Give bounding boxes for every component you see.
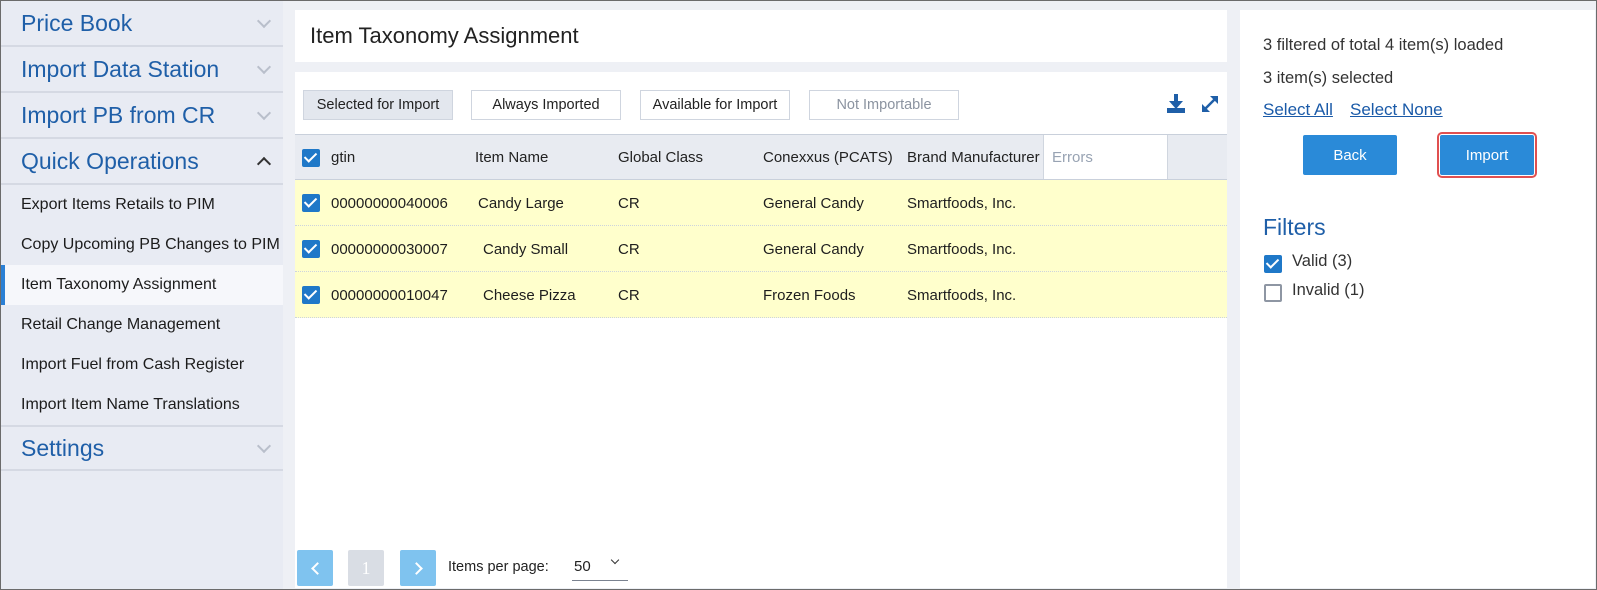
cell-brand: Smartfoods, Inc. [907,286,1017,304]
filter-valid-checkbox[interactable] [1264,255,1282,273]
sidebar-item-copy-upcoming-pb-changes[interactable]: Copy Upcoming PB Changes to PIM [1,225,283,265]
expand-icon[interactable] [1197,91,1223,117]
row-checkbox[interactable] [302,286,320,304]
table-row[interactable]: 00000000030007 Candy Small CR General Ca… [295,226,1227,272]
next-page-button[interactable] [400,550,436,586]
cell-brand: Smartfoods, Inc. [907,240,1017,258]
sidebar-item-export-items-retails[interactable]: Export Items Retails to PIM [1,185,283,225]
chevron-down-icon [256,438,272,454]
cell-item-name: Candy Large [478,194,564,212]
cell-conexxus: General Candy [763,240,864,258]
sidebar-item-retail-change-management[interactable]: Retail Change Management [1,305,283,345]
cell-gtin: 00000000030007 [331,240,448,258]
chevron-down-icon [256,13,272,29]
row-checkbox[interactable] [302,194,320,212]
sidebar-section-import-data-station[interactable]: Import Data Station [1,47,283,93]
chevron-right-icon [409,561,423,575]
chevron-up-icon [256,156,272,172]
sidebar-item-import-fuel[interactable]: Import Fuel from Cash Register [1,345,283,385]
section-label: Import PB from CR [21,101,216,128]
chevron-down-icon [610,555,620,565]
tab-selected-for-import[interactable]: Selected for Import [303,90,453,120]
column-header-brand-manufacturer[interactable]: Brand Manufacturer [907,135,1040,179]
tab-not-importable[interactable]: Not Importable [809,90,959,120]
row-checkbox[interactable] [302,240,320,258]
filter-invalid-label: Invalid (1) [1292,281,1365,299]
tab-always-imported[interactable]: Always Imported [471,90,621,120]
table-header: gtin Item Name Global Class Conexxus (PC… [295,134,1227,180]
main-content: Item Taxonomy Assignment Selected for Im… [295,10,1227,588]
column-header-global-class[interactable]: Global Class [618,135,703,179]
prev-page-button[interactable] [297,550,333,586]
column-header-item-name[interactable]: Item Name [475,135,548,179]
cell-global-class: CR [618,240,640,258]
table-row[interactable]: 00000000010047 Cheese Pizza CR Frozen Fo… [295,272,1227,318]
section-label: Import Data Station [21,55,220,82]
filter-invalid-checkbox[interactable] [1264,284,1282,302]
items-per-page-label: Items per page: [448,559,549,575]
sidebar-section-quick-operations[interactable]: Quick Operations [1,139,283,185]
column-header-errors[interactable]: Errors [1043,135,1168,179]
sidebar-item-import-item-name-translations[interactable]: Import Item Name Translations [1,385,283,425]
cell-global-class: CR [618,194,640,212]
page-title-bar: Item Taxonomy Assignment [295,10,1227,62]
selected-summary: 3 item(s) selected [1263,69,1394,87]
page-number[interactable]: 1 [348,550,384,586]
tab-available-for-import[interactable]: Available for Import [640,90,790,120]
cell-conexxus: Frozen Foods [763,286,856,304]
column-header-gtin[interactable]: gtin [331,135,355,179]
download-icon[interactable] [1163,91,1189,117]
select-all-checkbox[interactable] [302,149,320,167]
items-per-page-value: 50 [574,558,591,575]
section-label: Price Book [21,9,133,36]
select-none-link[interactable]: Select None [1350,100,1443,120]
chevron-left-icon [310,561,324,575]
select-all-link[interactable]: Select All [1263,100,1333,120]
sidebar-item-item-taxonomy-assignment[interactable]: Item Taxonomy Assignment [1,265,283,305]
chevron-down-icon [256,105,272,121]
loaded-summary: 3 filtered of total 4 item(s) loaded [1263,36,1504,54]
cell-gtin: 00000000040006 [331,194,448,212]
chevron-down-icon [256,59,272,75]
page-title: Item Taxonomy Assignment [310,23,579,48]
column-header-conexxus[interactable]: Conexxus (PCATS) [763,135,893,179]
cell-conexxus: General Candy [763,194,864,212]
section-label: Settings [21,434,105,461]
table-row[interactable]: 00000000040006 Candy Large CR General Ca… [295,180,1227,226]
sidebar-section-price-book[interactable]: Price Book [1,1,283,47]
sidebar-section-import-pb-from-cr[interactable]: Import PB from CR [1,93,283,139]
back-button[interactable]: Back [1303,135,1397,175]
cell-brand: Smartfoods, Inc. [907,194,1017,212]
import-button[interactable]: Import [1437,132,1537,178]
sidebar: Price Book Import Data Station Import PB… [1,1,283,589]
table-area: Selected for Import Always Imported Avai… [295,72,1227,588]
right-panel: 3 filtered of total 4 item(s) loaded 3 i… [1240,10,1595,588]
sidebar-section-settings[interactable]: Settings [1,425,283,471]
items-per-page-select[interactable]: 50 [572,553,628,581]
filters-title: Filters [1263,214,1326,240]
cell-item-name: Cheese Pizza [483,286,576,304]
filter-valid-label: Valid (3) [1292,252,1353,270]
section-label: Quick Operations [21,147,199,174]
cell-gtin: 00000000010047 [331,286,448,304]
quick-operations-list: Export Items Retails to PIM Copy Upcomin… [1,185,283,425]
cell-global-class: CR [618,286,640,304]
cell-item-name: Candy Small [483,240,569,258]
